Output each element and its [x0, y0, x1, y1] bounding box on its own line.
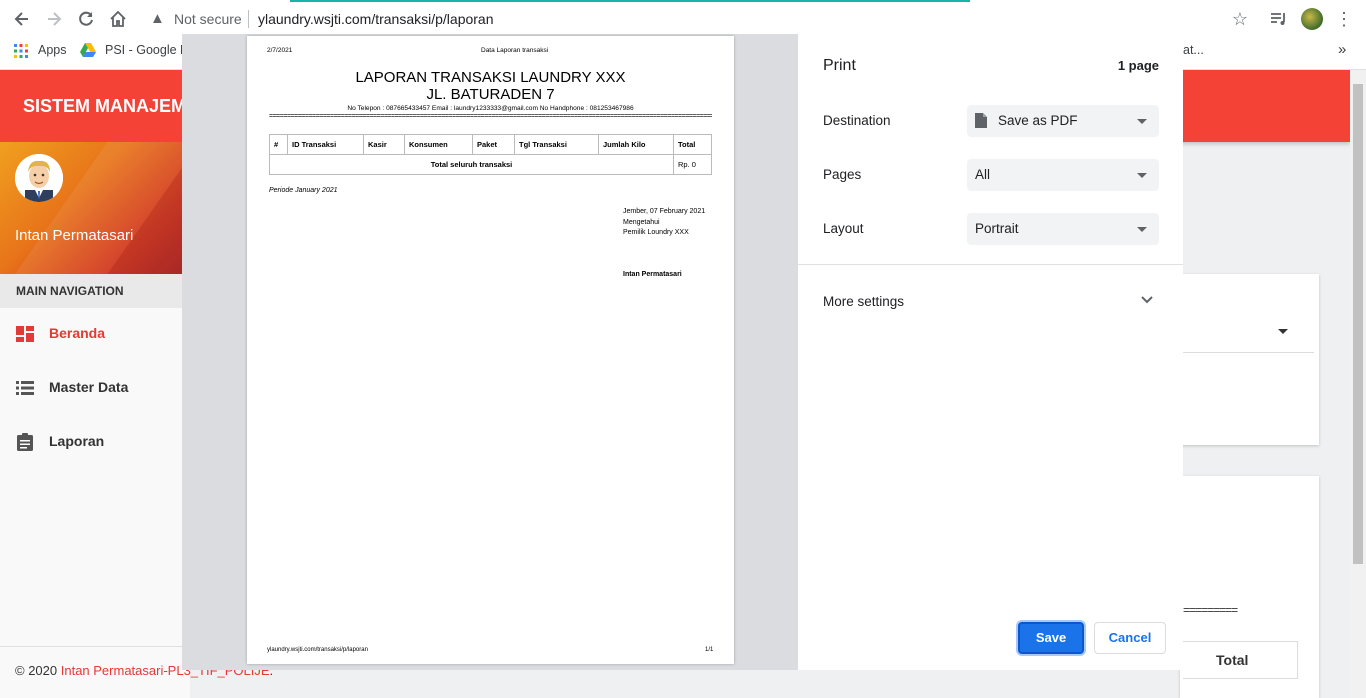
table-row: Total seluruh transaksi Rp. 0 — [269, 154, 712, 175]
sidebar-item-beranda[interactable]: Beranda — [0, 314, 190, 354]
print-title: Print — [823, 57, 856, 74]
background-separator: ========= — [1183, 603, 1238, 617]
dropdown-arrow-icon — [1137, 227, 1147, 232]
bookmark-apps[interactable]: Apps — [38, 43, 67, 57]
preview-page-number: 1/1 — [705, 647, 714, 653]
page-scrollbar[interactable] — [1350, 70, 1366, 698]
print-settings-panel: Print 1 page Destination Save as PDF Pag… — [798, 34, 1183, 670]
layout-value: Portrait — [975, 221, 1019, 236]
cancel-button[interactable]: Cancel — [1094, 622, 1166, 654]
column-header: Kasir — [363, 134, 405, 155]
dashboard-icon — [16, 326, 34, 342]
media-queue-icon[interactable] — [1269, 9, 1289, 29]
clipboard-icon — [17, 433, 33, 451]
divider — [1180, 352, 1314, 353]
dropdown-arrow-icon — [1137, 173, 1147, 178]
dropdown-arrow-icon — [1137, 119, 1147, 124]
back-icon[interactable] — [12, 9, 32, 29]
user-name: Intan Permatasari — [15, 227, 134, 244]
warning-icon[interactable]: ▲ — [150, 10, 165, 27]
background-card — [1180, 274, 1319, 445]
column-header: # — [269, 134, 288, 155]
bookmark-item[interactable]: at... — [1183, 43, 1204, 57]
destination-value: Save as PDF — [998, 113, 1078, 128]
pages-label: Pages — [823, 167, 862, 182]
signature-date: Jember, 07 February 2021 — [623, 208, 706, 215]
column-header: Jumlah Kilo — [598, 134, 674, 155]
browser-toolbar: ▲ Not secure ylaundry.wsjti.com/transaks… — [0, 0, 1366, 38]
more-settings-toggle[interactable]: More settings — [798, 284, 1183, 318]
layout-label: Layout — [823, 221, 864, 236]
column-header: Total — [673, 134, 712, 155]
profile-avatar[interactable] — [1301, 8, 1323, 30]
total-value: Rp. 0 — [673, 154, 712, 175]
destination-label: Destination — [823, 113, 891, 128]
divider — [798, 264, 1183, 265]
document-icon — [975, 113, 987, 128]
reload-icon[interactable] — [76, 9, 96, 29]
bookmark-psi[interactable]: PSI - Google D — [105, 43, 189, 57]
address-bar[interactable]: ▲ Not secure ylaundry.wsjti.com/transaks… — [140, 5, 1260, 33]
page-count: 1 page — [1117, 58, 1159, 73]
apps-grid-icon[interactable] — [14, 44, 28, 58]
print-preview-page: 2/7/2021 Data Laporan transaksi LAPORAN … — [247, 36, 734, 664]
table-header-row: # ID Transaksi Kasir Konsumen Paket Tgl … — [269, 134, 712, 155]
sidebar — [0, 308, 190, 698]
sidebar-item-master-data[interactable]: Master Data — [0, 368, 190, 408]
sidebar-item-label: Beranda — [49, 325, 106, 341]
column-header: Paket — [472, 134, 515, 155]
not-secure-label[interactable]: Not secure — [174, 11, 242, 27]
layout-select[interactable]: Portrait — [967, 213, 1159, 245]
report-contact-info: No Telepon : 087665433457 Email : laundr… — [347, 105, 634, 112]
preview-footer-url: ylaundry.wsjti.com/transaksi/p/laporan — [267, 647, 368, 653]
forward-icon[interactable] — [44, 9, 64, 29]
main-navigation-header: MAIN NAVIGATION — [0, 274, 190, 308]
total-label: Total seluruh transaksi — [269, 154, 674, 175]
column-header: ID Transaksi — [287, 134, 364, 155]
home-icon[interactable] — [108, 9, 128, 29]
report-table: # ID Transaksi Kasir Konsumen Paket Tgl … — [269, 134, 712, 175]
column-header: Konsumen — [404, 134, 473, 155]
preview-header-title: Data Laporan transaksi — [481, 47, 549, 54]
report-separator: ========================================… — [269, 113, 712, 120]
chevron-down-icon — [1141, 296, 1153, 304]
save-button[interactable]: Save — [1018, 622, 1084, 654]
signature-name: Intan Permatasari — [623, 271, 682, 278]
list-icon — [16, 381, 34, 395]
scrollbar-thumb[interactable] — [1353, 84, 1363, 564]
sidebar-item-laporan[interactable]: Laporan — [0, 422, 190, 462]
report-address: JL. BATURADEN 7 — [426, 86, 555, 103]
main-navigation-label: MAIN NAVIGATION — [16, 284, 124, 298]
background-total-header: Total — [1216, 652, 1249, 668]
star-icon[interactable]: ☆ — [1230, 9, 1250, 29]
sidebar-item-label: Master Data — [49, 379, 129, 395]
url-text[interactable]: ylaundry.wsjti.com/transaksi/p/laporan — [258, 11, 494, 27]
column-header: Tgl Transaksi — [514, 134, 599, 155]
avatar[interactable] — [15, 154, 63, 202]
sidebar-item-label: Laporan — [49, 433, 105, 449]
pages-select[interactable]: All — [967, 159, 1159, 191]
signature-known: Mengetahui — [623, 219, 660, 226]
destination-select[interactable]: Save as PDF — [967, 105, 1159, 137]
more-bookmarks-icon[interactable]: » — [1338, 41, 1346, 58]
report-title: LAPORAN TRANSAKSI LAUNDRY XXX — [355, 69, 626, 86]
user-panel: Intan Permatasari — [0, 142, 190, 274]
caret-down-icon — [1278, 329, 1288, 334]
report-period: Periode January 2021 — [269, 187, 338, 194]
pages-value: All — [975, 167, 991, 182]
signature-owner: Pemilik Loundry XXX — [623, 229, 689, 236]
google-drive-icon[interactable] — [80, 43, 96, 57]
more-settings-label: More settings — [823, 294, 905, 309]
kebab-menu-icon[interactable]: ⋮ — [1334, 9, 1354, 29]
preview-date: 2/7/2021 — [267, 47, 293, 54]
